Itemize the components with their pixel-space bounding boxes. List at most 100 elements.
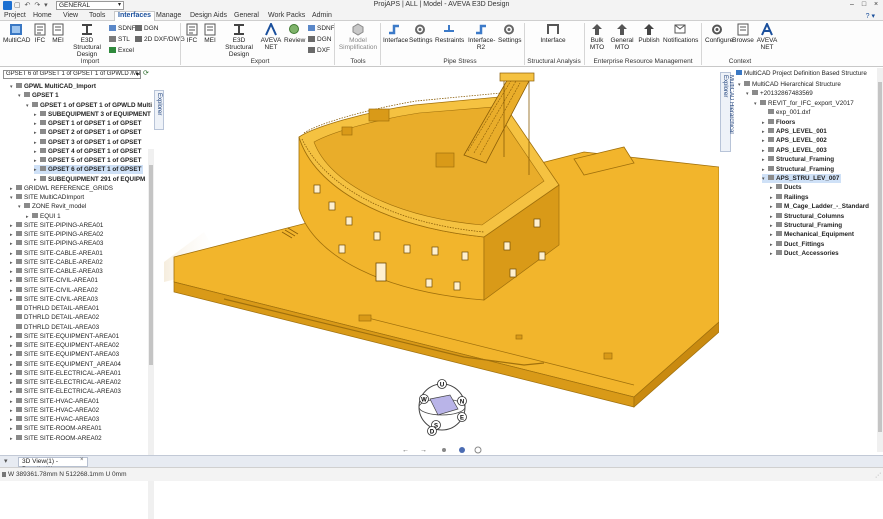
export-aveva-net-button[interactable]: AVEVA NET bbox=[260, 23, 282, 51]
tab-project[interactable]: Project bbox=[4, 12, 26, 19]
tree-item[interactable]: ▾ GPSET 1 of GPSET 1 of GPWLD Multi bbox=[26, 101, 152, 110]
tab-work-packs[interactable]: Work Packs bbox=[268, 12, 305, 19]
tree-item[interactable]: ▸ SITE SITE-CIVIL-AREA03 bbox=[10, 295, 98, 304]
pipe-stress-settings-r2-button[interactable]: Settings bbox=[498, 23, 522, 44]
tree-item[interactable]: ▸ Structural_Framing bbox=[770, 221, 842, 230]
navcube-face-u[interactable]: U bbox=[437, 379, 447, 389]
tree-item[interactable]: ▸ GRIDWL REFERENCE_GRIDS bbox=[10, 184, 113, 193]
tree-item[interactable]: ▸ APS_LEVEL_001 bbox=[762, 127, 827, 136]
tree-item[interactable]: ▸ GPSET 2 of GPSET 1 of GPSET bbox=[34, 128, 141, 137]
tree-item[interactable]: ▸ SITE SITE-HVAC-AREA02 bbox=[10, 406, 99, 415]
tree-item[interactable]: ▸ Structural_Framing bbox=[762, 155, 834, 164]
close-button[interactable]: × bbox=[871, 0, 881, 10]
navigate-icon[interactable]: ⟳ bbox=[143, 69, 152, 78]
view-dot-icon[interactable] bbox=[442, 448, 446, 452]
model-explorer-side-tab[interactable]: Model Explorer bbox=[154, 90, 168, 130]
tree-item[interactable]: ▸ M_Cage_Ladder_-_Standard bbox=[770, 202, 869, 211]
export-mei-button[interactable]: MEI bbox=[202, 23, 218, 44]
chevron-down-icon[interactable]: ▾ bbox=[136, 71, 139, 78]
export-structural-design-button[interactable]: E3D Structural Design bbox=[220, 23, 258, 58]
tab-menu-icon[interactable]: ▾ bbox=[4, 457, 8, 465]
tree-item[interactable]: ▾ SITE MultiCADImport bbox=[10, 193, 84, 202]
3d-model-scene[interactable]: UW NESD ← → bbox=[164, 67, 719, 455]
general-mto-button[interactable]: General MTO bbox=[610, 23, 634, 51]
tree-item[interactable]: ▾ ZONE Revit_model bbox=[18, 202, 86, 211]
tree-item[interactable]: ▸ Duct_Accessories bbox=[770, 249, 839, 258]
import-dxf-dwg-button[interactable]: 2D DXF/DWG bbox=[135, 36, 185, 43]
tree-item[interactable]: ▸ GPSET 6 of GPSET 1 of GPSET bbox=[34, 165, 144, 175]
tree-item[interactable]: ▸ Floors bbox=[762, 118, 795, 127]
tree-item[interactable]: ▸ Duct_Fittings bbox=[770, 240, 824, 249]
tab-tools[interactable]: Tools bbox=[89, 12, 105, 19]
tab-3d-view[interactable]: 3D View(1) - Drawlist(1) bbox=[18, 457, 88, 473]
tree-item[interactable]: ▸ SITE SITE-CIVIL-AREA02 bbox=[10, 286, 98, 295]
import-stl-button[interactable]: STL bbox=[109, 36, 130, 43]
tree-item[interactable]: ▾ GPWL MultiCAD_Import bbox=[10, 82, 96, 91]
tree-item[interactable]: ▸ SITE SITE-ELECTRICAL-AREA01 bbox=[10, 369, 121, 378]
export-dgn-button[interactable]: DGN bbox=[308, 36, 331, 43]
tree-item[interactable]: DTHRLD DETAIL-AREA03 bbox=[10, 323, 99, 332]
tab-home[interactable]: Home bbox=[33, 12, 52, 19]
tree-item[interactable]: ▸ APS_LEVEL_003 bbox=[762, 146, 827, 155]
tree-item[interactable]: ▾ APS_STRU_LEV_007 bbox=[762, 174, 842, 183]
publish-button[interactable]: Publish bbox=[638, 23, 660, 44]
help-icon[interactable]: ? ▾ bbox=[866, 12, 875, 20]
export-ifc-button[interactable]: IFC bbox=[184, 23, 200, 44]
import-excel-button[interactable]: Excel bbox=[109, 47, 134, 54]
tree-item[interactable]: ▸ SITE SITE-ROOM-AREA02 bbox=[10, 434, 102, 443]
tree-item[interactable]: ▸ GPSET 4 of GPSET 1 of GPSET bbox=[34, 147, 141, 156]
tab-design-aids[interactable]: Design Aids bbox=[190, 12, 227, 19]
export-review-button[interactable]: Review bbox=[284, 23, 305, 44]
resize-grip-icon[interactable]: ⋰ bbox=[875, 472, 881, 479]
import-dgn-button[interactable]: DGN bbox=[135, 25, 158, 32]
pipe-stress-interface-r2-button[interactable]: Interface-R2 bbox=[468, 23, 495, 51]
right-scrollbar-thumb[interactable] bbox=[878, 82, 882, 432]
close-icon[interactable]: × bbox=[80, 457, 84, 463]
navigation-cube[interactable]: UW NESD bbox=[418, 379, 467, 436]
import-mei-button[interactable]: MEI bbox=[50, 23, 66, 44]
navcube-face-d[interactable]: D bbox=[427, 426, 437, 436]
import-sdnf-button[interactable]: SDNF bbox=[109, 25, 136, 32]
import-ifc-button[interactable]: IFC bbox=[32, 23, 48, 44]
tree-item[interactable]: exp_001.dxf bbox=[762, 108, 810, 117]
context-aveva-net-button[interactable]: AVEVA NET bbox=[756, 23, 778, 51]
structural-analysis-interface-button[interactable]: Interface bbox=[540, 23, 566, 44]
tree-item[interactable]: ▸ SITE SITE-CABLE-AREA03 bbox=[10, 267, 103, 276]
tree-item[interactable]: ▸ SUBEQUIPMENT 3 of EQUIPMENT bbox=[34, 110, 151, 119]
tree-item[interactable]: ▸ SITE SITE-ROOM-AREA01 bbox=[10, 424, 102, 433]
import-multicad-button[interactable]: MultiCAD bbox=[3, 23, 30, 44]
tab-view[interactable]: View bbox=[63, 12, 78, 19]
tree-item[interactable]: ▸ Ducts bbox=[770, 183, 802, 192]
tree-item[interactable]: ▸ GPSET 5 of GPSET 1 of GPSET bbox=[34, 156, 141, 165]
pipe-stress-restraints-button[interactable]: Restraints bbox=[435, 23, 464, 44]
tree-item[interactable]: ▸ SITE SITE-PIPING-AREA03 bbox=[10, 239, 103, 248]
tree-item[interactable]: ▸ SITE SITE-EQUIPMENT-AREA03 bbox=[10, 350, 119, 359]
navcube-face-e[interactable]: E bbox=[457, 412, 467, 422]
tree-item[interactable]: ▸ SUBEQUIPMENT 291 of EQUIPM bbox=[34, 175, 145, 184]
pipe-stress-settings-button[interactable]: Settings bbox=[409, 23, 433, 44]
tree-item[interactable]: ▸ SITE SITE-CABLE-AREA01 bbox=[10, 249, 103, 258]
tree-item[interactable]: ▸ GPSET 1 of GPSET 1 of GPSET bbox=[34, 119, 141, 128]
navcube-face-w[interactable]: W bbox=[419, 394, 429, 404]
tree-item[interactable]: ▸ SITE SITE-ELECTRICAL-AREA02 bbox=[10, 378, 121, 387]
navcube-face-n[interactable]: N bbox=[457, 396, 467, 406]
browse-button[interactable]: Browse bbox=[732, 23, 754, 44]
tree-item[interactable]: ▸ SITE SITE-EQUIPMENT-AREA01 bbox=[10, 332, 119, 341]
configure-button[interactable]: Configure bbox=[705, 23, 733, 44]
model-simplification-button[interactable]: Model Simplification bbox=[338, 23, 378, 51]
tree-item[interactable]: ▸ APS_LEVEL_002 bbox=[762, 136, 827, 145]
tree-item[interactable]: DTHRLD DETAIL-AREA02 bbox=[10, 313, 99, 322]
nav-prev-icon[interactable]: ← bbox=[402, 447, 409, 454]
tree-item[interactable]: ▾ +20132867483569 bbox=[746, 89, 813, 98]
tree-item[interactable]: ▸ EQUI 1 bbox=[26, 212, 61, 221]
settings-dot-icon[interactable] bbox=[474, 446, 482, 454]
tree-item[interactable]: ▸ Structural_Columns bbox=[770, 212, 844, 221]
tree-item[interactable]: ▸ Railings bbox=[770, 193, 809, 202]
tree-item[interactable]: ▸ SITE SITE-EQUIPMENT-AREA02 bbox=[10, 341, 119, 350]
tree-item[interactable]: ▾ MultiCAD Hierarchical Structure bbox=[738, 80, 841, 89]
bulk-mto-button[interactable]: Bulk MTO bbox=[587, 23, 607, 51]
tree-item[interactable]: ▸ Mechanical_Equipment bbox=[770, 230, 854, 239]
notifications-button[interactable]: Notifications bbox=[663, 23, 698, 44]
tree-item[interactable]: ▸ Structural_Framing bbox=[762, 165, 834, 174]
tree-item[interactable]: ▸ SITE SITE-CIVIL-AREA01 bbox=[10, 276, 98, 285]
